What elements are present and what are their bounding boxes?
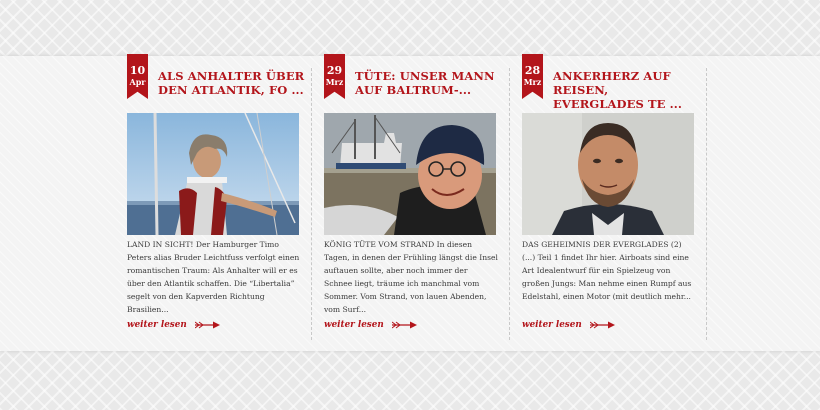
- post-card-1: 10 Apr ALS ANHALTER ÜBER DEN ATLANTIK, F…: [127, 54, 306, 351]
- post-title-link[interactable]: ANKERHERZ AUF REISEN, EVERGLADES TE ...: [553, 69, 701, 111]
- arrow-right-icon: [194, 321, 220, 329]
- read-more-link[interactable]: weiter lesen: [127, 320, 221, 330]
- post-excerpt: KÖNIG TÜTE VOM STRAND In diesen Tagen, i…: [324, 240, 498, 314]
- read-more-link[interactable]: weiter lesen: [324, 320, 418, 330]
- date-ribbon: 10 Apr: [127, 54, 148, 99]
- date-day: 28: [524, 64, 541, 77]
- card-divider: [509, 68, 510, 340]
- date-day: 10: [129, 64, 146, 77]
- post-excerpt: DAS GEHEIMNIS DER EVERGLADES (2) (...) T…: [522, 240, 692, 301]
- post-card-2: 29 Mrz TÜTE: UNSER MANN AUF BALTRUM-...: [324, 54, 503, 351]
- date-day: 29: [326, 64, 343, 77]
- post-excerpt: LAND IN SICHT! Der Hamburger Timo Peters…: [127, 240, 300, 314]
- date-ribbon: 28 Mrz: [522, 54, 543, 99]
- date-month: Mrz: [523, 77, 542, 87]
- read-more-label: weiter lesen: [324, 320, 384, 330]
- post-title-link[interactable]: TÜTE: UNSER MANN AUF BALTRUM-...: [355, 69, 503, 97]
- read-more-label: weiter lesen: [522, 320, 582, 330]
- date-month: Apr: [129, 77, 146, 87]
- card-divider: [311, 68, 312, 340]
- read-more-label: weiter lesen: [127, 320, 187, 330]
- date-month: Mrz: [325, 77, 344, 87]
- post-title-link[interactable]: ALS ANHALTER ÜBER DEN ATLANTIK, FO ...: [158, 69, 306, 97]
- post-image[interactable]: [324, 113, 496, 235]
- blog-teaser-band: 10 Apr ALS ANHALTER ÜBER DEN ATLANTIK, F…: [0, 54, 820, 351]
- arrow-right-icon: [589, 321, 615, 329]
- read-more-link[interactable]: weiter lesen: [522, 320, 616, 330]
- post-card-3: 28 Mrz ANKERHERZ AUF REISEN, EVERGLADES …: [522, 54, 701, 351]
- arrow-right-icon: [391, 321, 417, 329]
- post-image[interactable]: [127, 113, 299, 235]
- post-image[interactable]: [522, 113, 694, 235]
- card-divider: [706, 68, 707, 340]
- date-ribbon: 29 Mrz: [324, 54, 345, 99]
